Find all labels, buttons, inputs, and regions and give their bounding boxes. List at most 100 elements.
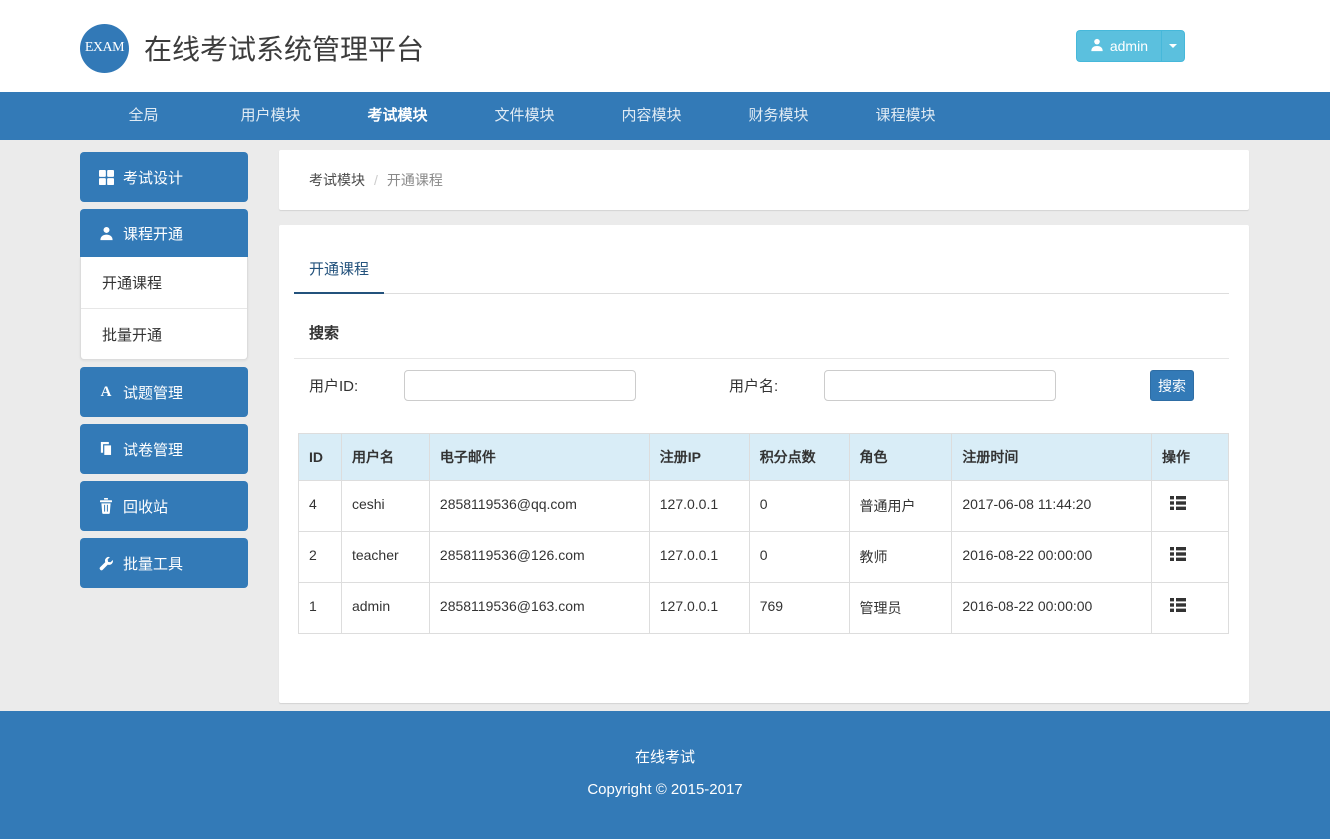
table-header-cell: ID — [299, 434, 342, 481]
table-cell: 2017-06-08 11:44:20 — [952, 481, 1152, 532]
nav-item-course-module[interactable]: 课程模块 — [842, 92, 969, 140]
table-cell: 教师 — [849, 532, 952, 583]
sidebar-submenu: 开通课程 批量开通 — [80, 257, 248, 360]
row-actions-button[interactable] — [1170, 598, 1186, 615]
sidebar-item-question-manage[interactable]: A 试题管理 — [80, 367, 248, 417]
sidebar-item-label: 考试设计 — [123, 167, 183, 188]
table-cell: 2858119536@126.com — [429, 532, 649, 583]
caret-down-icon — [1169, 44, 1177, 48]
site-header: EXAM 在线考试系统管理平台 admin — [0, 0, 1330, 92]
user-icon — [1090, 38, 1104, 55]
page-title: 在线考试系统管理平台 — [144, 28, 424, 68]
breadcrumb: 考试模块 / 开通课程 — [279, 150, 1249, 210]
nav-item-file-module[interactable]: 文件模块 — [461, 92, 588, 140]
breadcrumb-separator: / — [374, 172, 378, 188]
copy-icon — [98, 441, 114, 457]
row-actions-button[interactable] — [1170, 496, 1186, 513]
table-header-cell: 积分点数 — [749, 434, 849, 481]
table-cell-actions — [1152, 532, 1229, 583]
sidebar-group-course-open-header[interactable]: 课程开通 — [80, 209, 248, 257]
user-menu-label: admin — [1110, 38, 1148, 54]
table-cell: 4 — [299, 481, 342, 532]
tab-bar: 开通课程 — [294, 245, 1229, 294]
user-menu-caret-button[interactable] — [1161, 30, 1185, 62]
sidebar-item-batch-tools[interactable]: 批量工具 — [80, 538, 248, 588]
nav-item-user-module[interactable]: 用户模块 — [207, 92, 334, 140]
username-label: 用户名: — [729, 375, 824, 396]
table-cell: 2016-08-22 00:00:00 — [952, 583, 1152, 634]
th-list-icon — [1170, 547, 1186, 564]
sidebar-item-label: 试卷管理 — [123, 439, 183, 460]
breadcrumb-parent[interactable]: 考试模块 — [309, 170, 365, 190]
table-cell: 769 — [749, 583, 849, 634]
font-icon: A — [98, 385, 114, 400]
username-input[interactable] — [824, 370, 1056, 401]
table-header-cell: 注册IP — [649, 434, 749, 481]
footer-copyright: Copyright © 2015-2017 — [0, 781, 1330, 798]
table-cell: 2016-08-22 00:00:00 — [952, 532, 1152, 583]
table-cell: 2858119536@163.com — [429, 583, 649, 634]
table-header-cell: 电子邮件 — [429, 434, 649, 481]
table-cell: 1 — [299, 583, 342, 634]
breadcrumb-current: 开通课程 — [387, 170, 443, 190]
th-list-icon — [1170, 598, 1186, 615]
nav-item-global[interactable]: 全局 — [80, 92, 207, 140]
search-divider — [294, 358, 1229, 359]
search-button[interactable]: 搜索 — [1150, 370, 1194, 401]
th-large-icon — [98, 170, 114, 185]
site-footer: 在线考试 Copyright © 2015-2017 — [0, 711, 1330, 839]
content-card: 开通课程 搜索 用户ID: 用户名: 搜索 — [279, 225, 1249, 703]
sidebar-group-course-open: 课程开通 开通课程 批量开通 — [80, 209, 248, 360]
table-cell: 2858119536@qq.com — [429, 481, 649, 532]
table-cell: 管理员 — [849, 583, 952, 634]
user-id-input[interactable] — [404, 370, 636, 401]
sidebar-item-batch-open[interactable]: 批量开通 — [81, 308, 247, 359]
table-cell: 2 — [299, 532, 342, 583]
row-actions-button[interactable] — [1170, 547, 1186, 564]
exam-logo: EXAM — [80, 24, 129, 73]
footer-site-name: 在线考试 — [0, 711, 1330, 767]
table-row: 2 teacher 2858119536@126.com 127.0.0.1 0… — [299, 532, 1229, 583]
th-list-icon — [1170, 496, 1186, 513]
table-cell-actions — [1152, 481, 1229, 532]
table-cell: admin — [341, 583, 429, 634]
page-body: 考试设计 课程开通 开通课程 批量开通 A — [0, 140, 1330, 711]
app-root: EXAM 在线考试系统管理平台 admin 全局 用户模块 — [0, 0, 1330, 839]
nav-item-finance-module[interactable]: 财务模块 — [715, 92, 842, 140]
table-cell: 127.0.0.1 — [649, 481, 749, 532]
sidebar-item-paper-manage[interactable]: 试卷管理 — [80, 424, 248, 474]
table-row: 4 ceshi 2858119536@qq.com 127.0.0.1 0 普通… — [299, 481, 1229, 532]
sidebar-item-exam-design[interactable]: 考试设计 — [80, 152, 248, 202]
user-menu-button[interactable]: admin — [1076, 30, 1161, 62]
table-cell-actions — [1152, 583, 1229, 634]
table-cell: 普通用户 — [849, 481, 952, 532]
search-form: 用户ID: 用户名: 搜索 — [294, 370, 1229, 401]
sidebar-group-label: 课程开通 — [123, 223, 183, 244]
nav-item-content-module[interactable]: 内容模块 — [588, 92, 715, 140]
trash-icon — [98, 498, 114, 514]
table-header-cell: 角色 — [849, 434, 952, 481]
search-section-title: 搜索 — [294, 322, 1229, 343]
user-table: ID 用户名 电子邮件 注册IP 积分点数 角色 注册时间 操作 — [298, 433, 1229, 634]
brand: EXAM 在线考试系统管理平台 — [80, 24, 424, 73]
table-row: 1 admin 2858119536@163.com 127.0.0.1 769… — [299, 583, 1229, 634]
sidebar-item-label: 批量工具 — [123, 553, 183, 574]
sidebar-item-open-course[interactable]: 开通课程 — [81, 257, 247, 308]
sidebar-item-label: 回收站 — [123, 496, 168, 517]
tab-open-course[interactable]: 开通课程 — [294, 245, 384, 294]
main-content: 考试模块 / 开通课程 开通课程 搜索 用户ID: 用户名: — [279, 140, 1249, 703]
sidebar: 考试设计 课程开通 开通课程 批量开通 A — [80, 152, 248, 595]
table-cell: teacher — [341, 532, 429, 583]
sidebar-item-recycle-bin[interactable]: 回收站 — [80, 481, 248, 531]
user-menu: admin — [1076, 30, 1185, 62]
table-header-cell: 注册时间 — [952, 434, 1152, 481]
table-header-cell: 操作 — [1152, 434, 1229, 481]
user-icon — [98, 226, 114, 241]
user-id-label: 用户ID: — [309, 375, 404, 396]
table-cell: 127.0.0.1 — [649, 532, 749, 583]
table-cell: 0 — [749, 532, 849, 583]
wrench-icon — [98, 556, 114, 571]
table-cell: 0 — [749, 481, 849, 532]
table-header-row: ID 用户名 电子邮件 注册IP 积分点数 角色 注册时间 操作 — [299, 434, 1229, 481]
nav-item-exam-module[interactable]: 考试模块 — [334, 92, 461, 140]
